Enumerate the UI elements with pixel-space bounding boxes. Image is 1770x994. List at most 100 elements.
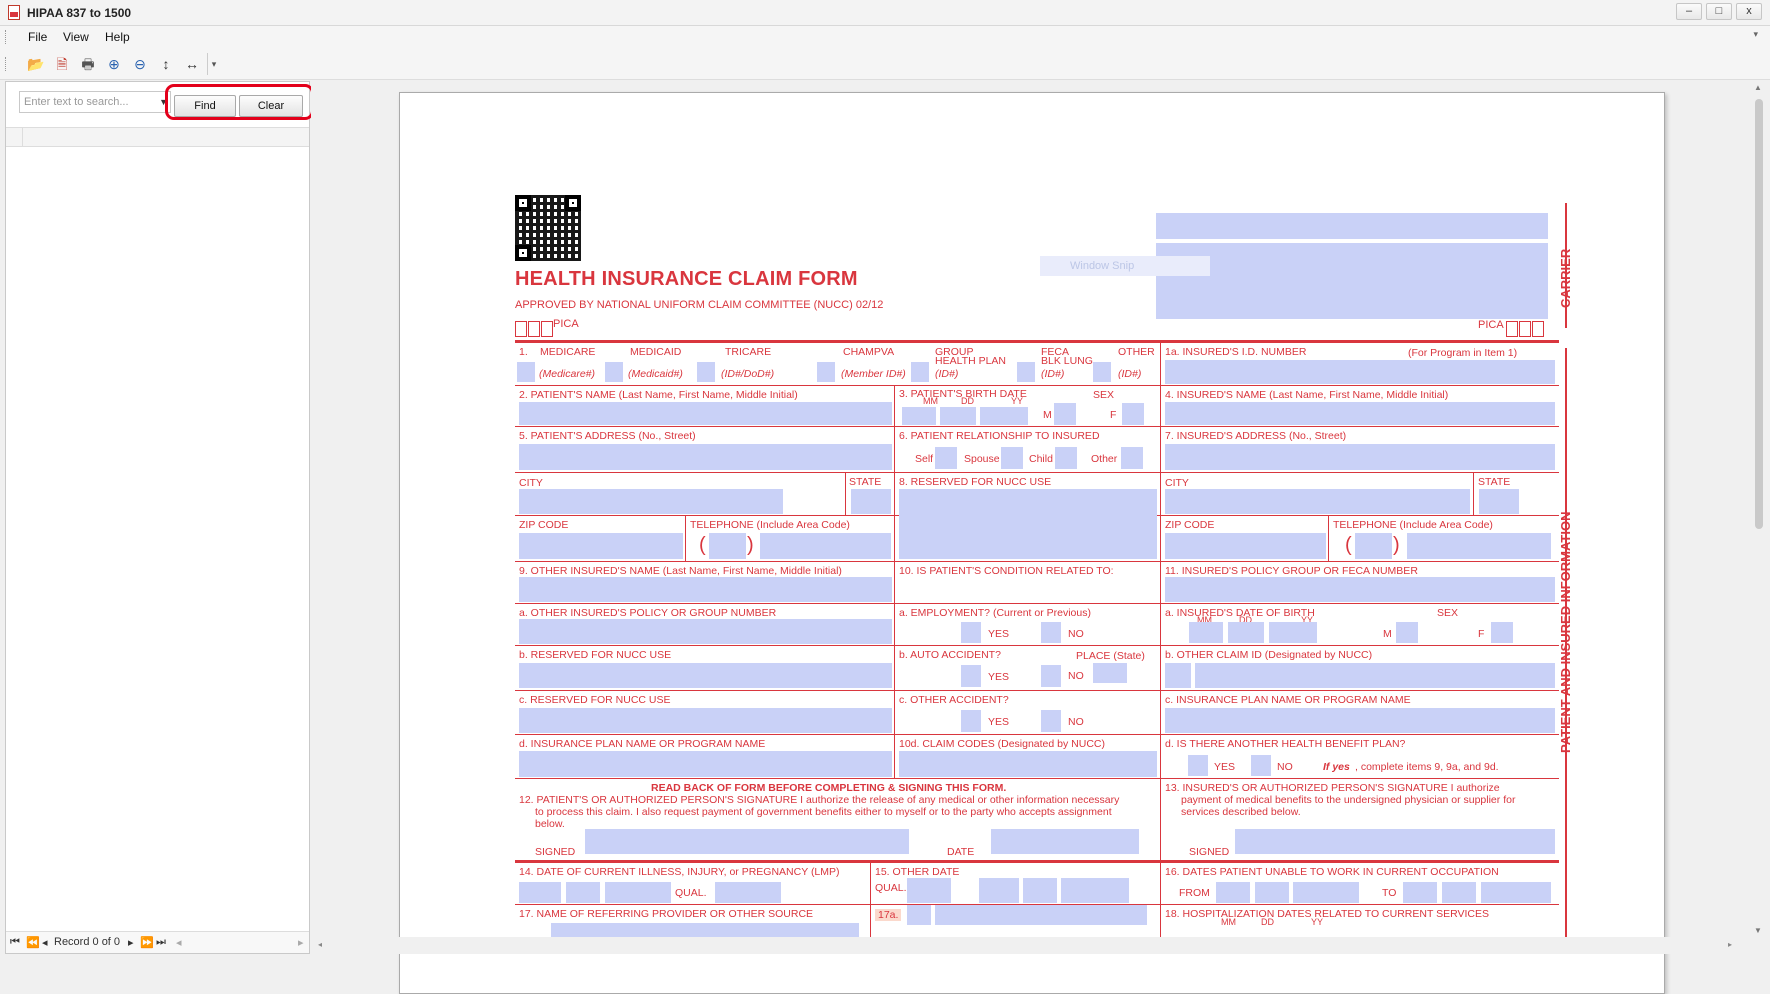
nav-scroll-right-icon[interactable]: ▸ [298,936,304,949]
zoom-in-icon[interactable]: ⊕ [104,54,124,74]
insured-signature-field[interactable] [1235,829,1555,854]
other-date-mm-field[interactable] [979,878,1019,903]
illness-dd-field[interactable] [566,882,600,903]
search-input[interactable] [20,92,154,112]
sex-f-checkbox[interactable] [1122,403,1144,425]
rel-other-checkbox[interactable] [1121,447,1143,469]
close-button[interactable]: x [1736,3,1762,20]
claim-id-qualifier-field[interactable] [1165,663,1191,688]
next-record-icon[interactable]: ▸ [128,936,134,949]
birth-dd-field[interactable] [940,407,976,425]
carrier-field-2[interactable] [1156,243,1548,319]
city-field[interactable] [519,489,783,514]
menu-overflow-icon[interactable]: ▾ [1753,29,1758,40]
insured-dob-dd-field[interactable] [1228,622,1264,643]
insured-state-field[interactable] [1479,489,1519,514]
menu-view[interactable]: View [63,30,89,44]
place-state-field[interactable] [1093,663,1127,683]
birth-mm-field[interactable] [902,407,936,425]
another-plan-yes-checkbox[interactable] [1188,755,1208,776]
other-date-dd-field[interactable] [1023,878,1057,903]
signature-date-field[interactable] [991,829,1139,854]
rel-spouse-checkbox[interactable] [1001,447,1023,469]
illness-yy-field[interactable] [605,882,671,903]
prev-record-icon[interactable]: ◂ [42,936,48,949]
unable-to-yy-field[interactable] [1481,882,1551,903]
other-acc-yes-checkbox[interactable] [961,710,981,732]
claim-codes-field[interactable] [899,751,1157,777]
close-doc-icon[interactable]: 🗎 [52,54,72,74]
feca-checkbox[interactable] [1017,362,1035,382]
other-insured-field[interactable] [519,577,892,602]
birth-yy-field[interactable] [980,407,1028,425]
employment-no-checkbox[interactable] [1041,622,1061,643]
minimize-button[interactable]: – [1676,3,1702,20]
menu-help[interactable]: Help [105,30,130,44]
policy-group-field[interactable] [1165,577,1555,602]
reserved-c-field[interactable] [519,708,892,733]
area-code-field[interactable] [709,533,746,559]
insured-sex-m-checkbox[interactable] [1396,622,1418,643]
other-plan-field[interactable] [519,751,892,777]
patient-address-field[interactable] [519,444,892,470]
find-button[interactable]: Find [174,95,236,117]
unable-from-dd-field[interactable] [1255,882,1289,903]
prev-page-icon[interactable]: ⏪ [26,936,40,949]
print-icon[interactable]: 🖶 [78,54,98,74]
insured-telephone-field[interactable] [1407,533,1551,559]
medicare-checkbox[interactable] [517,362,535,382]
vertical-scrollbar[interactable]: ▲ ▼ [1752,81,1766,937]
unable-from-mm-field[interactable] [1216,882,1250,903]
zoom-out-icon[interactable]: ⊖ [130,54,150,74]
first-record-icon[interactable]: ⏮ [10,936,20,949]
champva-checkbox[interactable] [817,362,835,382]
other-policy-field[interactable] [519,619,892,644]
insured-city-field[interactable] [1165,489,1470,514]
insured-sex-f-checkbox[interactable] [1491,622,1513,643]
item-17a-qualifier-field[interactable] [907,905,931,925]
pane-splitter[interactable] [311,81,315,954]
scroll-right-icon[interactable]: ▸ [1728,940,1732,949]
insured-id-field[interactable] [1165,360,1555,384]
other-claim-id-field[interactable] [1195,663,1555,688]
next-page-icon[interactable]: ⏩ [140,936,154,949]
unable-from-yy-field[interactable] [1293,882,1359,903]
search-combo[interactable]: ▼ [19,91,171,113]
unable-to-mm-field[interactable] [1403,882,1437,903]
auto-no-checkbox[interactable] [1041,665,1061,687]
reserved-b-field[interactable] [519,663,892,688]
horizontal-scrollbar[interactable]: ◂ ▸ [316,937,1752,954]
zip-field[interactable] [519,533,683,559]
insured-dob-mm-field[interactable] [1189,622,1223,643]
state-field[interactable] [851,489,891,514]
group-checkbox[interactable] [911,362,929,382]
illness-mm-field[interactable] [519,882,561,903]
patient-name-field[interactable] [519,402,892,425]
vertical-scroll-thumb[interactable] [1755,99,1763,529]
other-checkbox[interactable] [1093,362,1111,382]
employment-yes-checkbox[interactable] [961,622,981,643]
insured-area-code-field[interactable] [1355,533,1392,559]
sex-m-checkbox[interactable] [1054,403,1076,425]
open-icon[interactable]: 📂 [26,54,46,74]
insured-dob-yy-field[interactable] [1269,622,1317,643]
rel-self-checkbox[interactable] [935,447,957,469]
fit-height-icon[interactable]: ↕ [156,54,176,74]
telephone-field[interactable] [760,533,891,559]
other-date-qual-field[interactable] [907,878,951,903]
last-record-icon[interactable]: ⏭ [156,936,166,949]
toolbar-overflow-icon[interactable]: ▾ [207,53,220,75]
insured-name-field[interactable] [1165,402,1555,425]
scroll-left-icon[interactable]: ◂ [318,940,322,949]
nav-scroll-left-icon[interactable]: ◂ [176,936,182,949]
insured-address-field[interactable] [1165,444,1555,470]
other-acc-no-checkbox[interactable] [1041,710,1061,732]
auto-yes-checkbox[interactable] [961,665,981,687]
rel-child-checkbox[interactable] [1055,447,1077,469]
insured-plan-field[interactable] [1165,708,1555,733]
scroll-up-icon[interactable]: ▲ [1754,83,1762,92]
carrier-field-1[interactable] [1156,213,1548,239]
insured-zip-field[interactable] [1165,533,1326,559]
fit-width-icon[interactable]: ↔ [182,54,202,74]
patient-signature-field[interactable] [585,829,909,854]
